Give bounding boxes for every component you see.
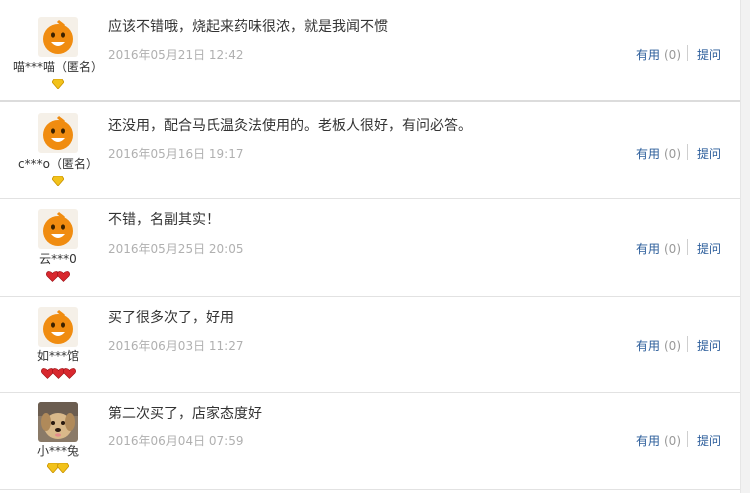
orange-mascot-icon <box>38 17 78 57</box>
useful-count: (0) <box>664 147 681 161</box>
useful-button[interactable]: 有用 (0) <box>636 337 681 354</box>
user-level-badges <box>0 463 118 475</box>
review-list: 喵***喵（匿名） 应该不错哦，烧起来药味很浓，就是我闻不惯 2016年05月2… <box>0 0 750 493</box>
review-date: 2016年05月21日 12:42 <box>108 48 244 62</box>
vertical-scrollbar[interactable] <box>740 0 750 493</box>
review-text: 不错，名副其实！ <box>108 212 220 228</box>
orange-mascot-icon <box>38 113 78 153</box>
orange-mascot-icon <box>38 307 78 347</box>
user-level-badges <box>0 176 118 188</box>
user-avatar[interactable] <box>38 209 78 249</box>
useful-count: (0) <box>664 339 681 353</box>
username: 小***兔 <box>36 444 79 458</box>
useful-button[interactable]: 有用 (0) <box>636 145 681 162</box>
review-item: 喵***喵（匿名） 应该不错哦，烧起来药味很浓，就是我闻不惯 2016年05月2… <box>0 0 741 102</box>
review-date: 2016年06月04日 07:59 <box>108 434 244 448</box>
useful-label[interactable]: 有用 <box>636 339 660 353</box>
useful-label[interactable]: 有用 <box>636 434 660 448</box>
user-level-badges <box>0 271 118 283</box>
review-text: 还没用，配合马氏温灸法使用的。老板人很好，有问必答。 <box>108 118 472 134</box>
divider <box>687 336 688 352</box>
review-date: 2016年05月16日 19:17 <box>108 147 244 161</box>
ask-question-link[interactable]: 提问 <box>697 432 721 449</box>
useful-label[interactable]: 有用 <box>636 48 660 62</box>
user-level-badges <box>0 79 118 91</box>
divider <box>687 45 688 61</box>
red-heart-icon <box>57 271 70 282</box>
review-item: 云***0 不错，名副其实！ 2016年05月25日 20:05 有用 (0) 提… <box>0 199 741 297</box>
divider <box>687 239 688 255</box>
ask-question-link[interactable]: 提问 <box>697 46 721 63</box>
dog-photo-icon <box>38 402 78 442</box>
review-item: 小***兔 第二次买了，店家态度好 2016年06月04日 07:59 有用 (0… <box>0 393 741 490</box>
review-date: 2016年06月03日 11:27 <box>108 339 244 353</box>
review-text: 应该不错哦，烧起来药味很浓，就是我闻不惯 <box>108 19 388 35</box>
gold-diamond-icon <box>52 79 64 89</box>
orange-mascot-icon <box>38 209 78 249</box>
useful-button[interactable]: 有用 (0) <box>636 432 681 449</box>
username: c***o（匿名） <box>18 157 98 171</box>
ask-question-link[interactable]: 提问 <box>697 145 721 162</box>
useful-count: (0) <box>664 242 681 256</box>
gold-diamond-icon <box>57 463 69 473</box>
username: 云***0 <box>39 252 77 266</box>
useful-count: (0) <box>664 434 681 448</box>
divider <box>687 144 688 160</box>
username: 喵***喵（匿名） <box>12 60 103 74</box>
ask-question-link[interactable]: 提问 <box>697 240 721 257</box>
red-heart-icon <box>62 368 76 379</box>
divider <box>687 431 688 447</box>
user-avatar[interactable] <box>38 17 78 57</box>
review-item: c***o（匿名） 还没用，配合马氏温灸法使用的。老板人很好，有问必答。 201… <box>0 103 741 199</box>
review-text: 第二次买了，店家态度好 <box>108 406 262 422</box>
gold-diamond-icon <box>52 176 64 186</box>
useful-label[interactable]: 有用 <box>636 147 660 161</box>
review-text: 买了很多次了，好用 <box>108 310 234 326</box>
ask-question-link[interactable]: 提问 <box>697 337 721 354</box>
useful-button[interactable]: 有用 (0) <box>636 240 681 257</box>
useful-button[interactable]: 有用 (0) <box>636 46 681 63</box>
review-item: 如***馆 买了很多次了，好用 2016年06月03日 11:27 有用 (0) … <box>0 297 741 393</box>
username: 如***馆 <box>36 349 79 363</box>
user-avatar[interactable] <box>38 113 78 153</box>
useful-count: (0) <box>664 48 681 62</box>
user-avatar[interactable] <box>38 307 78 347</box>
useful-label[interactable]: 有用 <box>636 242 660 256</box>
review-date: 2016年05月25日 20:05 <box>108 242 244 256</box>
user-level-badges <box>0 368 118 380</box>
user-avatar[interactable] <box>38 402 78 442</box>
